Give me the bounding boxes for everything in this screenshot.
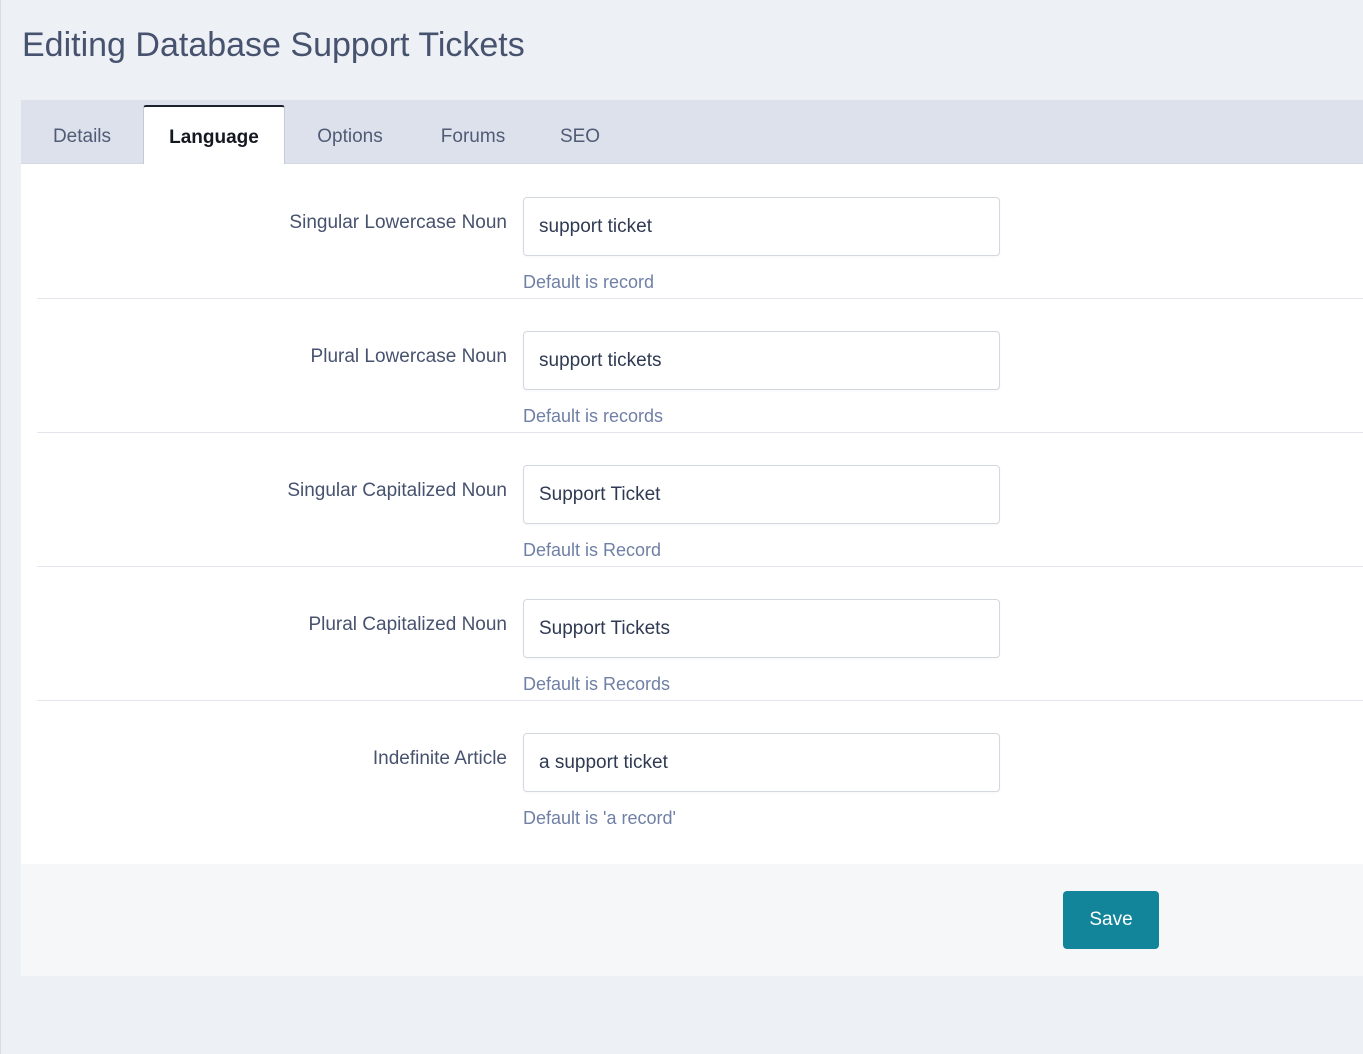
form-row-singular-capitalized-noun: Singular Capitalized Noun Default is Rec… bbox=[37, 432, 1363, 567]
singular-capitalized-noun-label: Singular Capitalized Noun bbox=[287, 480, 507, 501]
plural-lowercase-noun-label: Plural Lowercase Noun bbox=[310, 346, 507, 367]
form-row-indefinite-article: Indefinite Article Default is 'a record' bbox=[37, 700, 1363, 834]
singular-lowercase-noun-hint: Default is record bbox=[523, 272, 655, 292]
form-row-plural-lowercase-noun: Plural Lowercase Noun Default is records bbox=[37, 298, 1363, 433]
tab-language[interactable]: Language bbox=[143, 105, 285, 164]
singular-capitalized-noun-input[interactable] bbox=[523, 465, 1000, 524]
indefinite-article-hint: Default is 'a record' bbox=[523, 808, 676, 828]
form-row-plural-capitalized-noun: Plural Capitalized Noun Default is Recor… bbox=[37, 566, 1363, 701]
plural-capitalized-noun-label: Plural Capitalized Noun bbox=[308, 614, 507, 635]
save-button[interactable]: Save bbox=[1063, 891, 1159, 949]
plural-lowercase-noun-input[interactable] bbox=[523, 331, 1000, 390]
singular-capitalized-noun-hint: Default is Record bbox=[523, 540, 662, 560]
singular-lowercase-noun-input[interactable] bbox=[523, 197, 1000, 256]
plural-capitalized-noun-hint: Default is Records bbox=[523, 674, 671, 694]
form-row-singular-lowercase-noun: Singular Lowercase Noun Default is recor… bbox=[37, 164, 1363, 299]
indefinite-article-input[interactable] bbox=[523, 733, 1000, 792]
tab-options[interactable]: Options bbox=[285, 105, 415, 163]
tab-seo[interactable]: SEO bbox=[531, 105, 629, 163]
page-title: Editing Database Support Tickets bbox=[22, 26, 525, 64]
tab-forums[interactable]: Forums bbox=[415, 105, 531, 163]
plural-capitalized-noun-input[interactable] bbox=[523, 599, 1000, 658]
tab-bar: Details Language Options Forums SEO bbox=[21, 100, 1363, 164]
tab-details[interactable]: Details bbox=[21, 105, 143, 163]
edit-panel: Details Language Options Forums SEO Sing… bbox=[21, 100, 1363, 976]
plural-lowercase-noun-hint: Default is records bbox=[523, 406, 664, 426]
form-footer: Save bbox=[21, 864, 1363, 976]
singular-lowercase-noun-label: Singular Lowercase Noun bbox=[289, 212, 507, 233]
indefinite-article-label: Indefinite Article bbox=[372, 748, 507, 769]
